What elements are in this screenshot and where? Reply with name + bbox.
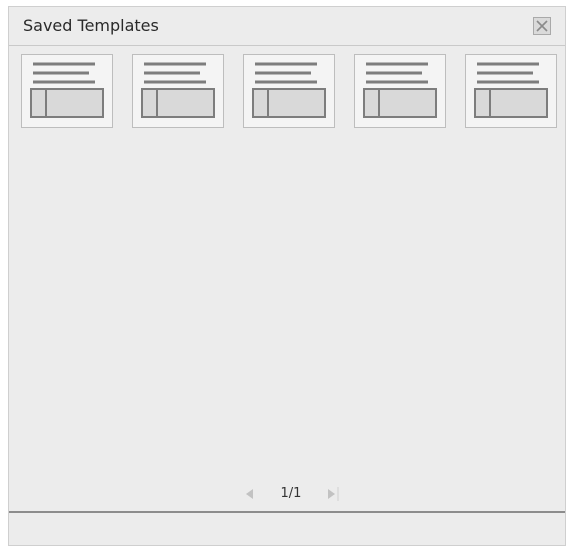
template-thumbnail-icon [141, 62, 215, 118]
saved-templates-panel: Saved Templates 1/1 [8, 6, 566, 546]
pagination: 1/1 [9, 481, 565, 507]
template-item[interactable] [21, 54, 113, 128]
templates-grid [21, 54, 565, 130]
template-thumbnail-icon [252, 62, 326, 118]
page-indicator: 1/1 [280, 486, 302, 501]
template-thumbnail-icon [474, 62, 548, 118]
panel-title-bar: Saved Templates [9, 7, 565, 46]
template-item[interactable] [465, 54, 557, 128]
status-bar [9, 511, 565, 545]
template-item[interactable] [132, 54, 224, 128]
previous-page-icon[interactable] [241, 485, 259, 503]
template-thumbnail-icon [30, 62, 104, 118]
next-page-icon[interactable] [323, 485, 341, 503]
template-thumbnail-icon [363, 62, 437, 118]
panel-title: Saved Templates [23, 16, 159, 35]
template-item[interactable] [243, 54, 335, 128]
close-icon[interactable] [533, 17, 551, 35]
template-item[interactable] [354, 54, 446, 128]
